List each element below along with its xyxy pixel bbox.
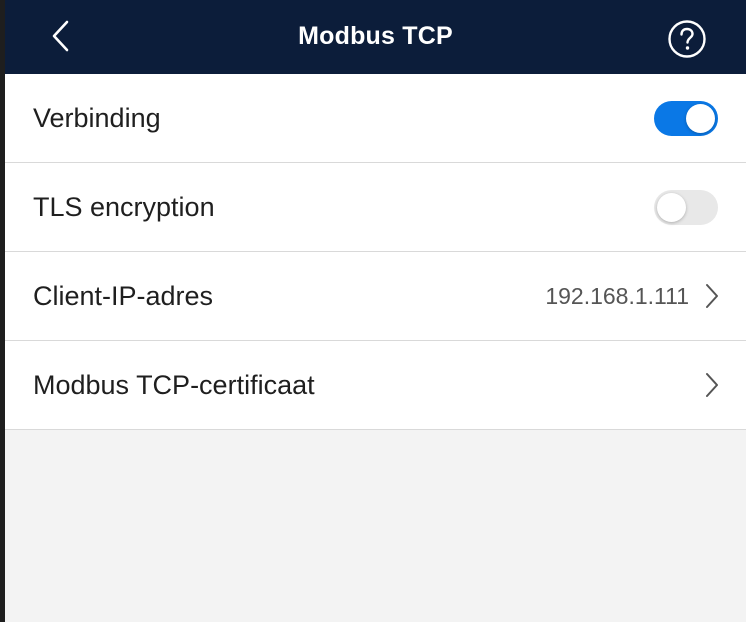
help-circle-icon [668,20,706,58]
chevron-right-icon [706,284,718,308]
tls-encryption-toggle[interactable] [654,190,718,225]
toggle-knob [657,193,686,222]
connection-label: Verbinding [33,103,161,133]
help-button[interactable] [667,19,707,59]
page-title: Modbus TCP [298,22,453,50]
settings-list: Verbinding TLS encryption Client-IP-adre… [5,74,746,430]
client-ip-value: 192.168.1.111 [545,283,689,309]
certificate-row[interactable]: Modbus TCP-certificaat [5,341,746,430]
client-ip-row[interactable]: Client-IP-adres 192.168.1.111 [5,252,746,341]
header-bar: Modbus TCP [5,0,746,74]
toggle-knob [686,104,715,133]
tls-encryption-row: TLS encryption [5,163,746,252]
certificate-label: Modbus TCP-certificaat [33,370,315,400]
connection-row: Verbinding [5,74,746,163]
chevron-right-icon [706,373,718,397]
tls-encryption-label: TLS encryption [33,192,215,222]
modbus-tcp-screen: Modbus TCP Verbinding TLS encryption Cli… [5,0,746,622]
client-ip-label: Client-IP-adres [33,281,214,311]
connection-toggle[interactable] [654,101,718,136]
